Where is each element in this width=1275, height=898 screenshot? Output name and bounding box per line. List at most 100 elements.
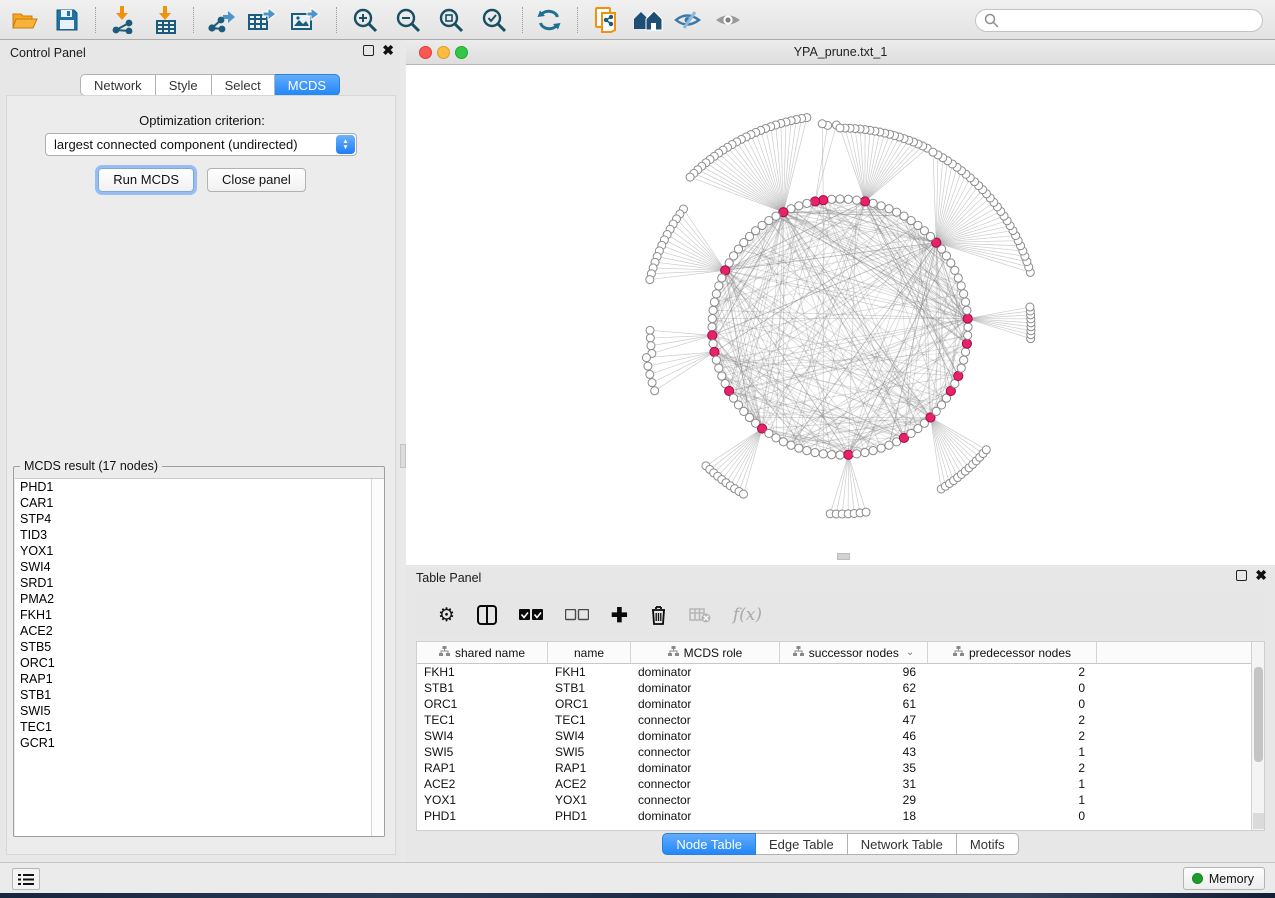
- mcds-result-item[interactable]: ACE2: [15, 623, 384, 639]
- dominator-node[interactable]: [954, 371, 963, 380]
- table-row[interactable]: FKH1FKH1dominator962: [417, 664, 1264, 680]
- network-canvas[interactable]: [406, 65, 1275, 565]
- column-header-shared-name[interactable]: shared name: [417, 642, 548, 664]
- dominator-node[interactable]: [810, 197, 819, 206]
- mcds-list-scrollbar[interactable]: [371, 479, 384, 836]
- table-row[interactable]: STB1STB1dominator620: [417, 680, 1264, 696]
- delete-column-icon[interactable]: [650, 605, 667, 625]
- memory-button[interactable]: Memory: [1183, 867, 1265, 890]
- mcds-result-item[interactable]: TID3: [15, 527, 384, 543]
- network-node[interactable]: [828, 451, 836, 459]
- export-network-button[interactable]: [202, 3, 240, 37]
- table-row[interactable]: RAP1RAP1dominator352: [417, 760, 1264, 776]
- mcds-result-item[interactable]: STP4: [15, 511, 384, 527]
- network-node[interactable]: [715, 282, 723, 290]
- table-row[interactable]: YOX1YOX1connector291: [417, 792, 1264, 808]
- tab-edge-table[interactable]: Edge Table: [756, 833, 848, 855]
- run-mcds-button[interactable]: Run MCDS: [98, 168, 194, 192]
- import-network-button[interactable]: [104, 3, 142, 37]
- network-node[interactable]: [647, 342, 655, 350]
- float-table-panel-icon[interactable]: [1236, 570, 1247, 581]
- network-node[interactable]: [708, 323, 716, 331]
- network-node[interactable]: [686, 173, 694, 181]
- network-node[interactable]: [885, 205, 893, 213]
- network-node[interactable]: [960, 290, 968, 298]
- network-node[interactable]: [709, 306, 717, 314]
- network-node[interactable]: [885, 441, 893, 449]
- network-node[interactable]: [646, 334, 654, 342]
- network-node[interactable]: [957, 364, 965, 372]
- table-scrollbar[interactable]: [1251, 642, 1264, 831]
- search-input[interactable]: [975, 9, 1263, 32]
- network-node[interactable]: [869, 199, 877, 207]
- network-node[interactable]: [787, 441, 795, 449]
- dominator-node[interactable]: [708, 331, 717, 340]
- network-node[interactable]: [819, 450, 827, 458]
- mcds-result-item[interactable]: PHD1: [15, 479, 384, 495]
- network-node[interactable]: [718, 372, 726, 380]
- network-node[interactable]: [893, 208, 901, 216]
- network-node[interactable]: [811, 448, 819, 456]
- table-row[interactable]: PHD1PHD1dominator180: [417, 808, 1264, 824]
- network-node[interactable]: [795, 202, 803, 210]
- network-node[interactable]: [779, 438, 787, 446]
- mcds-result-item[interactable]: SRD1: [15, 575, 384, 591]
- network-node[interactable]: [715, 364, 723, 372]
- network-node[interactable]: [929, 148, 937, 156]
- dominator-node[interactable]: [710, 347, 719, 356]
- export-table-button[interactable]: [243, 3, 281, 37]
- mcds-result-item[interactable]: RAP1: [15, 671, 384, 687]
- table-row[interactable]: ACE2ACE2connector311: [417, 776, 1264, 792]
- table-scrollbar-thumb[interactable]: [1254, 667, 1263, 762]
- float-panel-icon[interactable]: [363, 45, 374, 56]
- optimization-criterion-select[interactable]: largest connected component (undirected)…: [45, 133, 357, 156]
- table-settings-icon[interactable]: ⚙: [438, 604, 455, 627]
- network-node[interactable]: [740, 490, 748, 498]
- network-node[interactable]: [836, 195, 844, 203]
- column-header-MCDS-role[interactable]: MCDS role: [631, 642, 780, 664]
- export-image-button[interactable]: [286, 3, 324, 37]
- network-node[interactable]: [644, 362, 652, 370]
- network-node[interactable]: [877, 202, 885, 210]
- mcds-result-item[interactable]: YOX1: [15, 543, 384, 559]
- network-node[interactable]: [712, 356, 720, 364]
- zoom-fit-button[interactable]: [432, 3, 470, 37]
- mcds-result-item[interactable]: GCR1: [15, 735, 384, 751]
- dominator-node[interactable]: [962, 339, 971, 348]
- network-node[interactable]: [836, 124, 844, 132]
- network-node[interactable]: [869, 447, 877, 455]
- network-node[interactable]: [964, 323, 972, 331]
- network-node[interactable]: [818, 120, 826, 128]
- network-node[interactable]: [646, 276, 654, 284]
- show-columns-icon[interactable]: [477, 605, 497, 625]
- hide-selected-button[interactable]: [669, 3, 707, 37]
- close-panel-icon[interactable]: ✖: [382, 45, 394, 56]
- network-node[interactable]: [951, 266, 959, 274]
- network-node[interactable]: [964, 331, 972, 339]
- dominator-node[interactable]: [819, 195, 828, 204]
- network-node[interactable]: [853, 450, 861, 458]
- tab-select[interactable]: Select: [212, 74, 275, 96]
- network-node[interactable]: [862, 508, 870, 516]
- refresh-view-button[interactable]: [530, 3, 568, 37]
- network-node[interactable]: [646, 370, 654, 378]
- duplicate-network-button[interactable]: [588, 3, 626, 37]
- table-row[interactable]: SWI5SWI5connector431: [417, 744, 1264, 760]
- show-all-button[interactable]: [709, 3, 747, 37]
- network-node[interactable]: [795, 444, 803, 452]
- first-neighbors-button[interactable]: [629, 3, 667, 37]
- network-node[interactable]: [718, 274, 726, 282]
- tab-network-table[interactable]: Network Table: [848, 833, 957, 855]
- network-node[interactable]: [772, 434, 780, 442]
- network-node[interactable]: [651, 387, 659, 395]
- tab-mcds[interactable]: MCDS: [275, 74, 340, 96]
- import-table-button[interactable]: [147, 3, 185, 37]
- network-node[interactable]: [1026, 303, 1034, 311]
- network-node[interactable]: [803, 447, 811, 455]
- network-node[interactable]: [960, 356, 968, 364]
- open-file-button[interactable]: [6, 3, 44, 37]
- network-node[interactable]: [710, 298, 718, 306]
- network-node[interactable]: [954, 274, 962, 282]
- column-header-successor-nodes[interactable]: successor nodes⌄: [780, 642, 928, 664]
- network-node[interactable]: [712, 290, 720, 298]
